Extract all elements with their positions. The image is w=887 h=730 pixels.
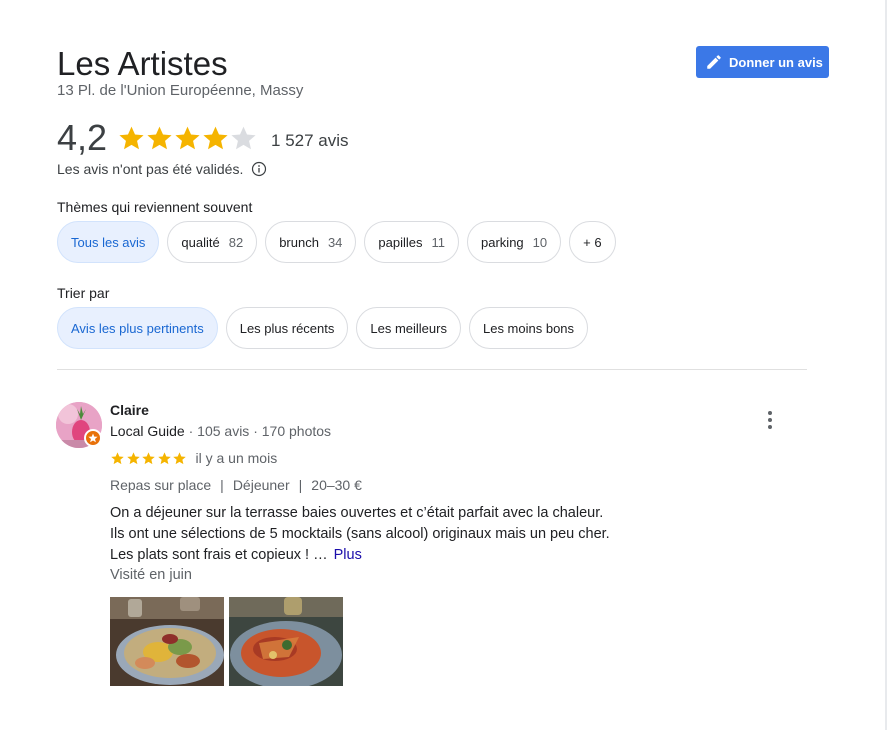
- sort-chip-label: Avis les plus pertinents: [71, 320, 204, 336]
- review-text-line: Les plats sont frais et copieux ! … Plus: [110, 547, 362, 563]
- star-icon: [147, 126, 172, 149]
- theme-chip-count: 34: [327, 234, 343, 250]
- review-text: On a déjeuner sur la terrasse baies ouve…: [110, 503, 650, 566]
- local-guide-badge-icon: [84, 429, 102, 447]
- sort-label: Trier par: [57, 285, 110, 301]
- disclaimer-text: Les avis n'ont pas été validés.: [57, 161, 244, 177]
- sort-chip[interactable]: Les plus récents: [225, 307, 349, 349]
- theme-chip-label: papilles: [378, 234, 423, 250]
- review-stars: [110, 451, 188, 466]
- themes-chips: Tous les avis qualité 82 brunch 34 papilles 11…: [57, 221, 616, 263]
- place-title: Les Artistes: [57, 45, 228, 82]
- info-icon[interactable]: [251, 161, 267, 177]
- theme-chip-label: parking: [481, 234, 524, 250]
- divider: [57, 369, 807, 370]
- sort-chip-label: Les plus récents: [239, 320, 335, 336]
- themes-label: Thèmes qui reviennent souvent: [57, 199, 253, 215]
- more-link[interactable]: Plus: [334, 547, 362, 563]
- review-photo[interactable]: [229, 597, 343, 686]
- theme-chip[interactable]: parking 10: [467, 221, 562, 263]
- sort-chip[interactable]: Avis les plus pertinents: [57, 307, 218, 349]
- theme-chip[interactable]: + 6: [569, 221, 616, 263]
- star-icon: [203, 126, 228, 149]
- theme-chip-label: qualité: [181, 234, 220, 250]
- theme-chip-label: Tous les avis: [71, 234, 146, 250]
- theme-chip[interactable]: Tous les avis: [57, 221, 160, 263]
- rating-stars: [117, 124, 257, 153]
- star-icon: [157, 451, 171, 464]
- sort-chip[interactable]: Les moins bons: [468, 307, 589, 349]
- tag-dine-in: Repas sur place: [110, 477, 212, 493]
- star-icon: [175, 126, 200, 149]
- theme-chip[interactable]: papilles 11: [364, 221, 460, 263]
- review-date: il y a un mois: [195, 450, 278, 466]
- tag-separator: |: [298, 477, 303, 493]
- star-icon: [119, 126, 144, 149]
- review-tags: Repas sur place | Déjeuner | 20–30 €: [110, 476, 362, 494]
- star-icon: [142, 451, 155, 464]
- tag-meal: Déjeuner: [232, 477, 290, 493]
- star-icon: [111, 451, 124, 464]
- reviewer-stats: · 105 avis · 170 photos: [188, 423, 332, 439]
- place-address: 13 Pl. de l'Union Européenne, Massy: [57, 82, 304, 99]
- star-icon: [231, 126, 256, 149]
- pencil-icon: [707, 55, 721, 69]
- theme-chip-label: + 6: [583, 234, 602, 250]
- tag-separator: |: [220, 477, 224, 493]
- review-text-line: On a déjeuner sur la terrasse baies ouve…: [110, 505, 604, 521]
- local-guide-label: Local Guide: [110, 423, 185, 439]
- tag-price: 20–30 €: [311, 477, 362, 493]
- theme-chip-count: 82: [228, 234, 244, 250]
- review-photo[interactable]: [110, 597, 224, 686]
- star-icon: [126, 451, 140, 464]
- review-text-line: Ils ont une sélections de 5 mocktails (s…: [110, 526, 610, 542]
- theme-chip-count: 11: [431, 234, 446, 250]
- theme-chip-count: 10: [532, 234, 548, 250]
- visit-info: Visité en juin: [110, 567, 192, 583]
- star-icon: [173, 451, 186, 464]
- theme-chip[interactable]: brunch 34: [265, 221, 357, 263]
- reviews-disclaimer: Les avis n'ont pas été validés.: [57, 160, 267, 178]
- rating-summary: 4,2 1 527 avis: [57, 118, 349, 158]
- sort-chip-label: Les moins bons: [482, 320, 575, 336]
- rating-value: 4,2: [57, 117, 108, 158]
- more-options-icon[interactable]: [760, 410, 780, 430]
- write-review-button[interactable]: Donner un avis: [696, 46, 829, 78]
- reviewer-name[interactable]: Claire: [110, 402, 149, 419]
- write-review-label: Donner un avis: [729, 54, 823, 70]
- theme-chip[interactable]: qualité 82: [167, 221, 258, 263]
- sort-chips: Avis les plus pertinents Les plus récents…: [57, 307, 589, 349]
- theme-chip-label: brunch: [279, 234, 319, 250]
- review-count[interactable]: 1 527 avis: [271, 131, 349, 151]
- review-rating: il y a un mois: [110, 449, 277, 467]
- sort-chip[interactable]: Les meilleurs: [356, 307, 461, 349]
- sort-chip-label: Les meilleurs: [370, 320, 447, 336]
- reviewer-meta: Local Guide · 105 avis · 170 photos: [110, 422, 331, 440]
